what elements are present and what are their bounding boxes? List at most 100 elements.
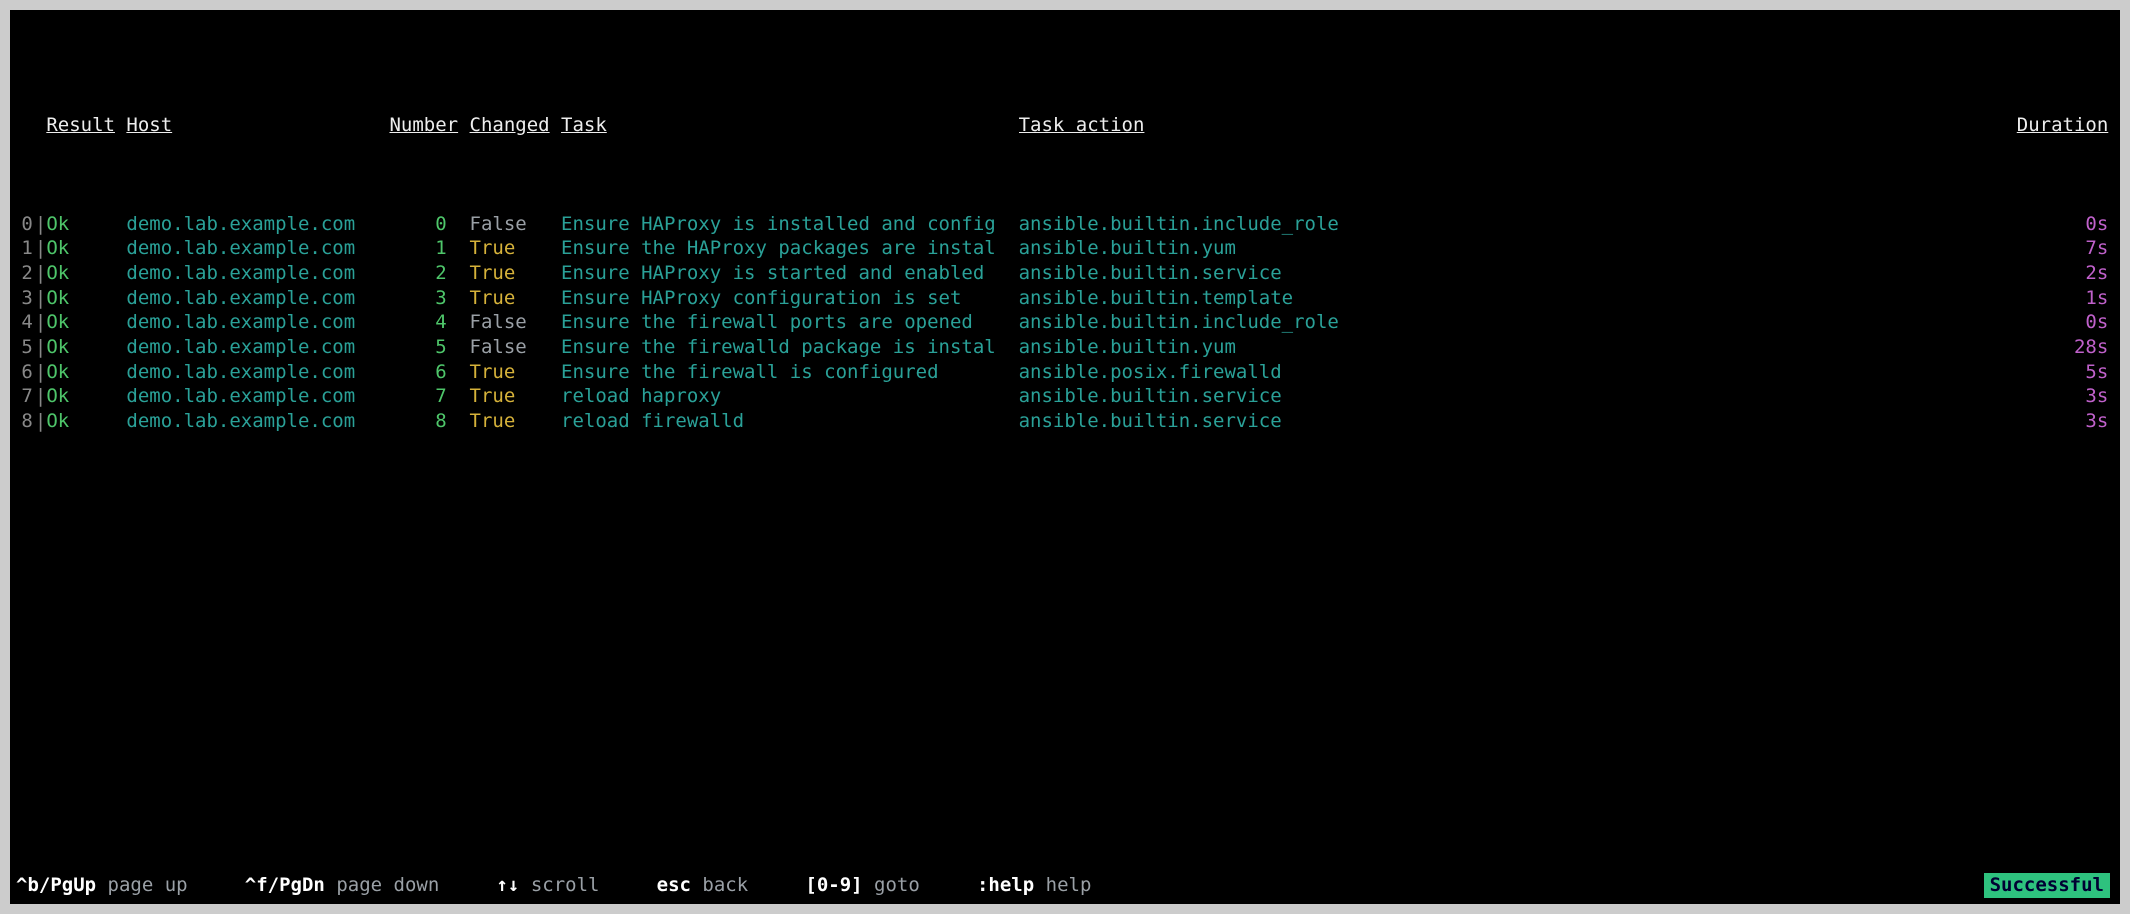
cell-duration: 2s	[1362, 261, 2114, 286]
table-row[interactable]: 1|Okdemo.lab.example.com1 TrueEnsure the…	[12, 236, 2114, 261]
col-header-result[interactable]: Result	[46, 113, 126, 138]
cell-number: 3	[389, 286, 469, 311]
terminal-window: Result Host Number Changed Task Task act…	[10, 10, 2120, 904]
row-separator: |	[35, 236, 46, 261]
row-index: 8	[12, 409, 35, 434]
cell-host: demo.lab.example.com	[126, 286, 389, 311]
col-header-action[interactable]: Task action	[1019, 113, 1362, 138]
table-row[interactable]: 5|Okdemo.lab.example.com5 FalseEnsure th…	[12, 335, 2114, 360]
cell-duration: 3s	[1362, 384, 2114, 409]
gutter-header	[12, 113, 35, 138]
cell-task: reload firewalld	[561, 409, 1019, 434]
row-separator: |	[35, 409, 46, 434]
row-index: 7	[12, 384, 35, 409]
row-index: 6	[12, 360, 35, 385]
cell-task: Ensure the HAProxy packages are instal	[561, 236, 1019, 261]
cell-action: ansible.builtin.yum	[1019, 236, 1362, 261]
cell-number: 0	[389, 212, 469, 237]
cell-action: ansible.builtin.template	[1019, 286, 1362, 311]
row-separator: |	[35, 360, 46, 385]
cell-result: Ok	[46, 261, 126, 286]
cell-task: Ensure the firewall is configured	[561, 360, 1019, 385]
cell-duration: 1s	[1362, 286, 2114, 311]
cell-host: demo.lab.example.com	[126, 310, 389, 335]
cell-task: reload haproxy	[561, 384, 1019, 409]
results-table: Result Host Number Changed Task Task act…	[12, 14, 2114, 873]
table-header-row: Result Host Number Changed Task Task act…	[12, 113, 2114, 138]
cell-task: Ensure HAProxy is installed and config	[561, 212, 1019, 237]
row-separator: |	[35, 310, 46, 335]
cell-result: Ok	[46, 236, 126, 261]
col-header-changed[interactable]: Changed	[470, 113, 562, 138]
cell-result: Ok	[46, 409, 126, 434]
row-separator: |	[35, 212, 46, 237]
cell-duration: 5s	[1362, 360, 2114, 385]
hint-goto: [0-9] goto	[805, 873, 919, 898]
table-row[interactable]: 2|Okdemo.lab.example.com2 TrueEnsure HAP…	[12, 261, 2114, 286]
col-header-host[interactable]: Host	[126, 113, 389, 138]
col-header-number[interactable]: Number	[389, 113, 469, 138]
cell-result: Ok	[46, 286, 126, 311]
hint-help: :help help	[977, 873, 1091, 898]
row-index: 1	[12, 236, 35, 261]
cell-host: demo.lab.example.com	[126, 261, 389, 286]
cell-result: Ok	[46, 212, 126, 237]
cell-duration: 3s	[1362, 409, 2114, 434]
col-header-duration[interactable]: Duration	[1362, 113, 2114, 138]
cell-number: 2	[389, 261, 469, 286]
status-badge: Successful	[1984, 873, 2110, 898]
row-index: 3	[12, 286, 35, 311]
cell-action: ansible.builtin.yum	[1019, 335, 1362, 360]
cell-changed: True	[470, 384, 562, 409]
cell-result: Ok	[46, 360, 126, 385]
cell-host: demo.lab.example.com	[126, 360, 389, 385]
cell-changed: True	[470, 261, 562, 286]
cell-duration: 0s	[1362, 310, 2114, 335]
cell-duration: 0s	[1362, 212, 2114, 237]
hint-esc: esc back	[657, 873, 749, 898]
cell-action: ansible.builtin.service	[1019, 384, 1362, 409]
cell-result: Ok	[46, 310, 126, 335]
table-row[interactable]: 6|Okdemo.lab.example.com6 TrueEnsure the…	[12, 360, 2114, 385]
row-separator: |	[35, 335, 46, 360]
cell-changed: False	[470, 335, 562, 360]
table-row[interactable]: 3|Okdemo.lab.example.com3 TrueEnsure HAP…	[12, 286, 2114, 311]
cell-number: 6	[389, 360, 469, 385]
cell-action: ansible.builtin.service	[1019, 409, 1362, 434]
table-row[interactable]: 7|Okdemo.lab.example.com7 Truereload hap…	[12, 384, 2114, 409]
table-row[interactable]: 4|Okdemo.lab.example.com4 FalseEnsure th…	[12, 310, 2114, 335]
table-row[interactable]: 0|Okdemo.lab.example.com0 FalseEnsure HA…	[12, 212, 2114, 237]
cell-number: 4	[389, 310, 469, 335]
cell-result: Ok	[46, 335, 126, 360]
row-separator: |	[35, 261, 46, 286]
col-header-task[interactable]: Task	[561, 113, 1019, 138]
cell-duration: 28s	[1362, 335, 2114, 360]
cell-host: demo.lab.example.com	[126, 335, 389, 360]
hint-page-up: ^b/PgUp page up	[16, 873, 188, 898]
cell-host: demo.lab.example.com	[126, 212, 389, 237]
row-index: 2	[12, 261, 35, 286]
cell-result: Ok	[46, 384, 126, 409]
cell-number: 5	[389, 335, 469, 360]
cell-task: Ensure the firewalld package is instal	[561, 335, 1019, 360]
cell-task: Ensure HAProxy configuration is set	[561, 286, 1019, 311]
cell-changed: False	[470, 310, 562, 335]
cell-changed: True	[470, 286, 562, 311]
cell-host: demo.lab.example.com	[126, 384, 389, 409]
cell-host: demo.lab.example.com	[126, 409, 389, 434]
row-separator: |	[35, 286, 46, 311]
cell-changed: True	[470, 236, 562, 261]
cell-action: ansible.posix.firewalld	[1019, 360, 1362, 385]
row-index: 4	[12, 310, 35, 335]
row-index: 0	[12, 212, 35, 237]
cell-duration: 7s	[1362, 236, 2114, 261]
cell-number: 7	[389, 384, 469, 409]
cell-changed: False	[470, 212, 562, 237]
hint-scroll: ↑↓ scroll	[496, 873, 599, 898]
cell-changed: True	[470, 409, 562, 434]
table-row[interactable]: 8|Okdemo.lab.example.com8 Truereload fir…	[12, 409, 2114, 434]
cell-action: ansible.builtin.service	[1019, 261, 1362, 286]
cell-task: Ensure HAProxy is started and enabled	[561, 261, 1019, 286]
cell-action: ansible.builtin.include_role	[1019, 310, 1362, 335]
cell-action: ansible.builtin.include_role	[1019, 212, 1362, 237]
